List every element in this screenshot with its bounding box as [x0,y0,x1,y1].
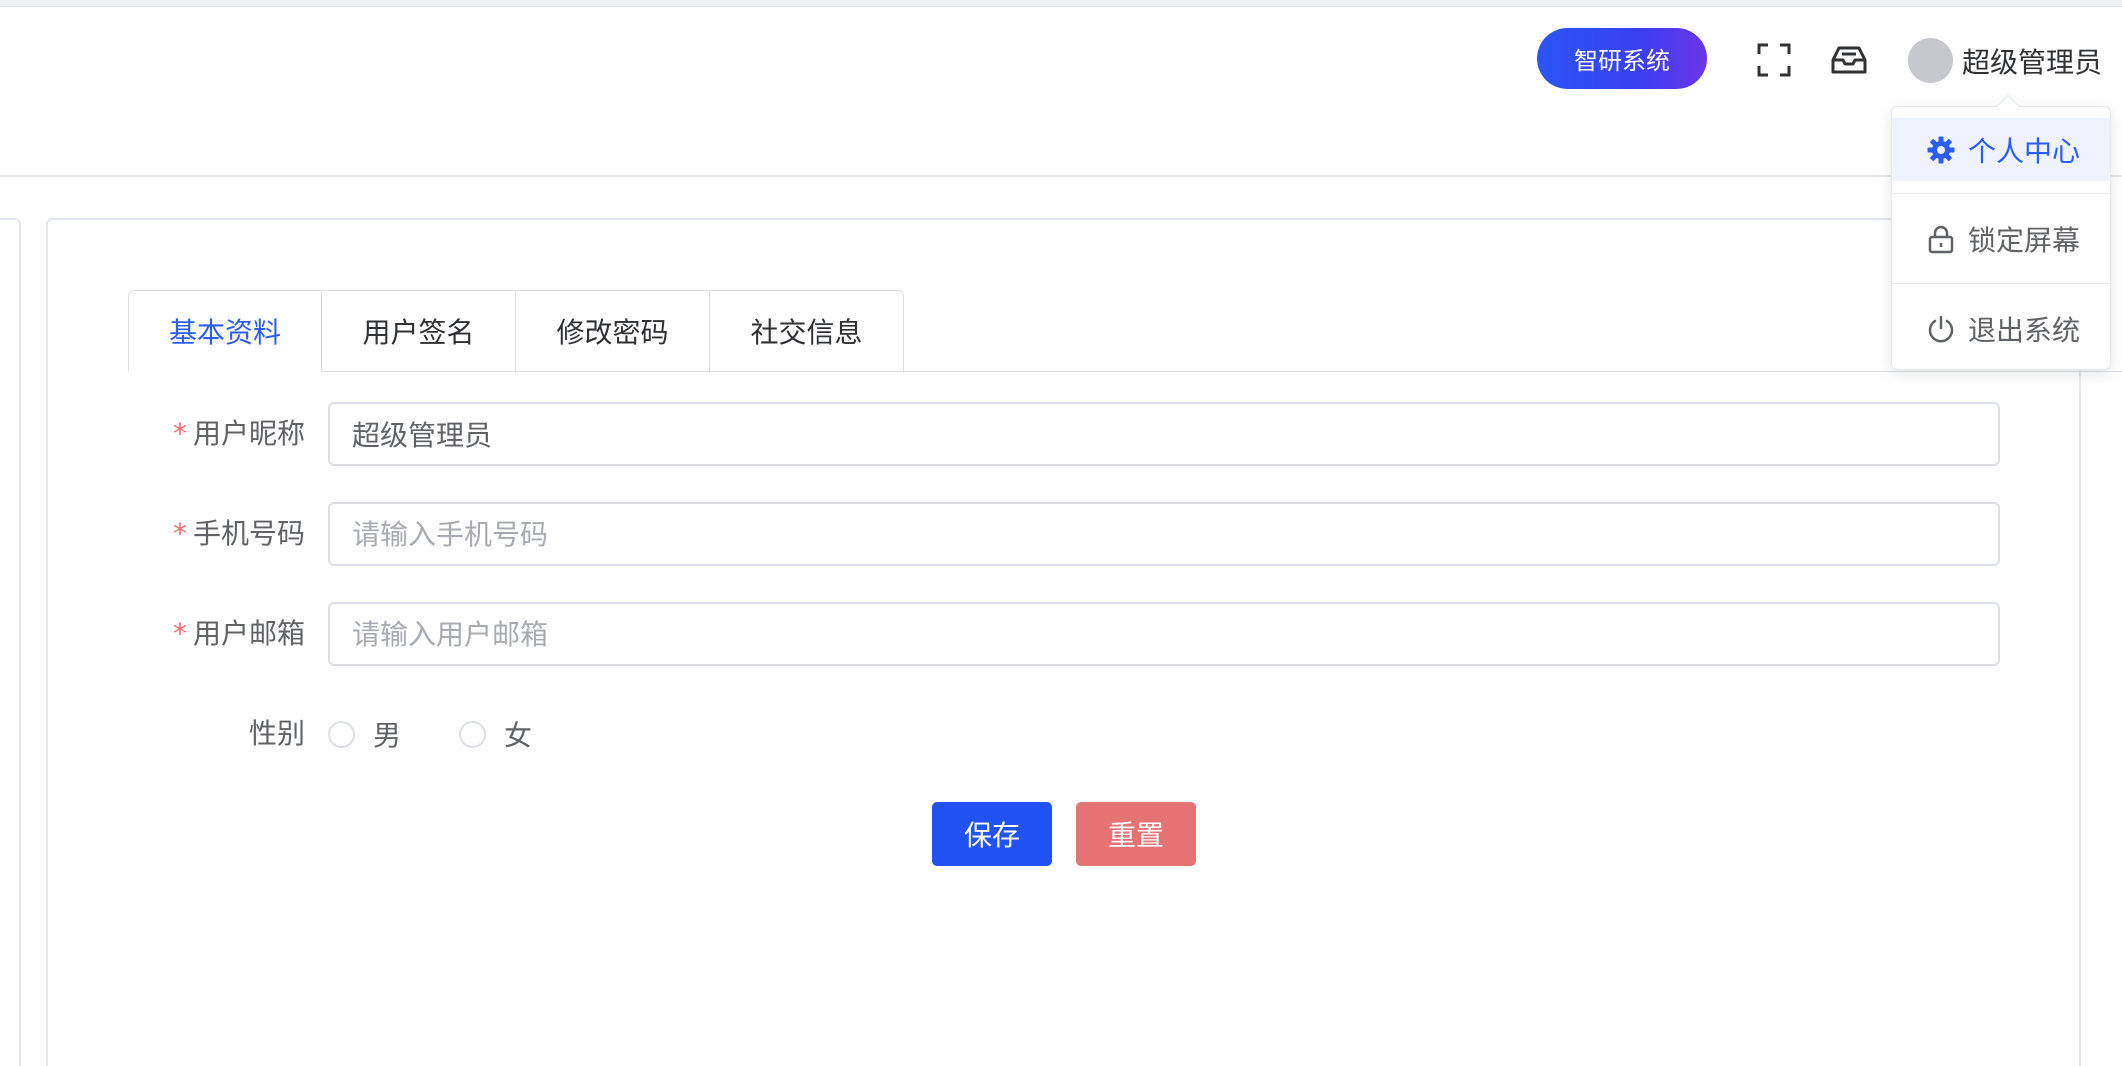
tabs-baseline [322,371,2122,372]
email-label: * 用户邮箱 [130,602,305,666]
nickname-label: * 用户昵称 [130,402,305,466]
gender-radio-group: 男 女 [328,702,590,766]
tab-basic-info[interactable]: 基本资料 [128,290,322,372]
reset-button[interactable]: 重置 [1076,802,1196,866]
user-dropdown-menu: 个人中心 锁定屏幕 退出系统 [1891,94,2111,370]
radio-circle[interactable] [459,720,487,748]
avatar[interactable] [1908,38,1953,83]
phone-label: * 手机号码 [130,502,305,566]
required-mark: * [172,417,187,450]
phone-label-text: 手机号码 [192,517,305,550]
fullscreen-icon[interactable] [1756,42,1792,78]
gender-male-label: 男 [373,719,402,752]
gender-label: 性别 [248,717,305,750]
left-profile-panel [0,218,21,1066]
tab-change-password[interactable]: 修改密码 [516,290,710,372]
menu-divider [1892,193,2110,194]
required-mark: * [172,517,187,550]
top-border [0,0,2122,7]
gender-row: 性别 男 女 [130,702,2000,766]
menu-item-lock-label: 锁定屏幕 [1968,223,2081,257]
user-name[interactable]: 超级管理员 [1962,43,2102,83]
menu-item-profile-label: 个人中心 [1968,134,2081,168]
email-row: * 用户邮箱 [130,602,2000,666]
save-button[interactable]: 保存 [932,802,1052,866]
phone-input[interactable] [328,502,2000,566]
gender-radio-male[interactable]: 男 [328,714,401,754]
app-header: 智研系统 超级管理员 [0,7,2122,113]
nickname-label-text: 用户昵称 [192,417,305,450]
gender-female-label: 女 [504,719,533,752]
menu-divider [1892,283,2110,284]
tab-social-info[interactable]: 社交信息 [710,290,904,372]
menu-item-profile[interactable]: 个人中心 [1892,118,2110,181]
inbox-icon[interactable] [1831,42,1867,78]
gender-radio-female[interactable]: 女 [459,714,532,754]
power-icon [1926,314,1956,344]
email-input[interactable] [328,602,2000,666]
profile-tabs: 基本资料 用户签名 修改密码 社交信息 [128,290,904,372]
lock-icon [1926,224,1956,254]
gear-icon [1926,135,1956,165]
menu-item-logout[interactable]: 退出系统 [1892,297,2110,360]
required-mark: * [172,617,187,650]
header-divider [0,175,2122,177]
radio-circle[interactable] [328,720,355,748]
phone-row: * 手机号码 [130,502,2000,566]
tab-user-signature[interactable]: 用户签名 [322,290,516,372]
nickname-input[interactable] [328,402,2000,466]
menu-item-logout-label: 退出系统 [1968,313,2081,347]
email-label-text: 用户邮箱 [192,617,305,650]
nickname-row: * 用户昵称 [130,402,2000,466]
system-switch-button[interactable]: 智研系统 [1537,28,1707,89]
menu-item-lock-screen[interactable]: 锁定屏幕 [1892,207,2110,270]
